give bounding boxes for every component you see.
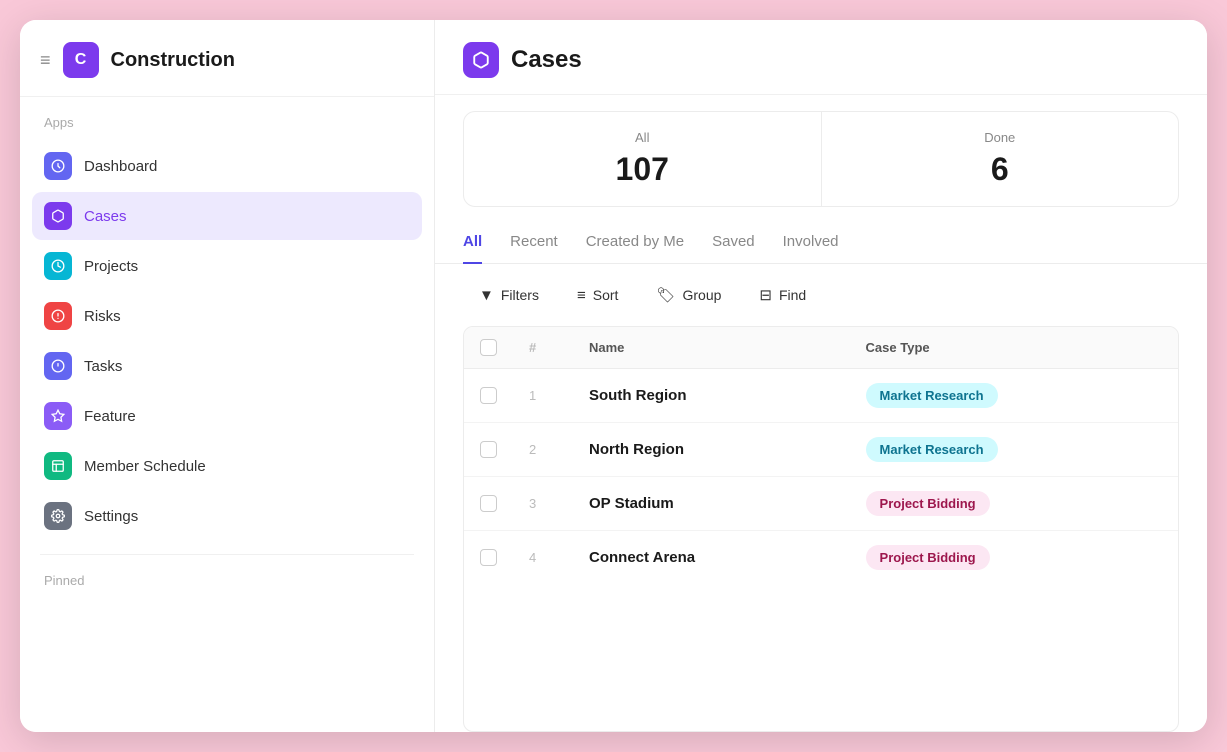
workspace-avatar: C	[63, 42, 99, 78]
select-all-checkbox[interactable]	[480, 339, 497, 356]
risks-icon	[44, 302, 72, 330]
cases-table: # Name Case Type 1 South Region Market R…	[463, 326, 1179, 732]
col-check	[464, 327, 513, 369]
find-button[interactable]: ⊟ Find	[743, 278, 822, 312]
sidebar-divider	[40, 554, 414, 555]
table-row: 3 OP Stadium Project Bidding	[464, 477, 1178, 531]
sidebar-item-settings[interactable]: Settings	[32, 492, 422, 540]
col-name: Name	[573, 327, 850, 369]
sidebar-item-label-feature: Feature	[84, 408, 136, 425]
stat-item-all[interactable]: All 107	[464, 112, 822, 206]
stat-item-done[interactable]: Done 6	[822, 112, 1179, 206]
member-schedule-icon	[44, 452, 72, 480]
sidebar-item-label-projects: Projects	[84, 258, 138, 275]
case-name-2: North Region	[589, 441, 684, 458]
row-checkbox-2[interactable]	[480, 441, 497, 458]
sidebar-item-label-cases: Cases	[84, 208, 127, 225]
app-window: ≡ C Construction Apps Dashboard Cases Proj…	[20, 20, 1207, 732]
tasks-icon	[44, 352, 72, 380]
apps-label: Apps	[20, 97, 434, 138]
col-case-type: Case Type	[850, 327, 1178, 369]
dashboard-icon	[44, 152, 72, 180]
cases-icon	[44, 202, 72, 230]
feature-icon	[44, 402, 72, 430]
sidebar-item-member-schedule[interactable]: Member Schedule	[32, 442, 422, 490]
sidebar-item-label-risks: Risks	[84, 308, 121, 325]
main-content: Cases All 107Done 6 AllRecentCreated by …	[435, 20, 1207, 732]
sidebar-item-feature[interactable]: Feature	[32, 392, 422, 440]
sidebar-item-label-settings: Settings	[84, 508, 138, 525]
tab-all[interactable]: All	[463, 223, 482, 264]
toolbar-row: ▼ Filters ≡ Sort 🏷 Group ⊟ Find	[435, 264, 1207, 326]
sidebar-item-label-dashboard: Dashboard	[84, 158, 157, 175]
sidebar-item-label-tasks: Tasks	[84, 358, 122, 375]
row-checkbox-4[interactable]	[480, 549, 497, 566]
main-header: Cases	[435, 20, 1207, 95]
row-checkbox-1[interactable]	[480, 387, 497, 404]
group-icon: 🏷	[656, 286, 675, 304]
sort-button[interactable]: ≡ Sort	[561, 279, 634, 312]
sidebar-nav: Dashboard Cases Projects Risks Tasks Feature M…	[20, 138, 434, 544]
tab-involved[interactable]: Involved	[783, 223, 839, 264]
page-title: Cases	[511, 46, 582, 74]
case-name-4: Connect Arena	[589, 549, 695, 566]
sidebar: ≡ C Construction Apps Dashboard Cases Proj…	[20, 20, 435, 732]
row-checkbox-3[interactable]	[480, 495, 497, 512]
projects-icon	[44, 252, 72, 280]
find-icon: ⊟	[759, 286, 772, 304]
stat-value: 6	[846, 151, 1155, 188]
case-type-badge-2: Market Research	[866, 437, 998, 462]
sidebar-item-tasks[interactable]: Tasks	[32, 342, 422, 390]
case-type-badge-4: Project Bidding	[866, 545, 990, 570]
sidebar-header: ≡ C Construction	[20, 20, 434, 97]
menu-icon[interactable]: ≡	[40, 50, 51, 71]
tabs-row: All Recent Created by Me Saved Involved	[435, 223, 1207, 264]
sort-icon: ≡	[577, 287, 586, 304]
sidebar-item-projects[interactable]: Projects	[32, 242, 422, 290]
tab-recent[interactable]: Recent	[510, 223, 558, 264]
sidebar-item-cases[interactable]: Cases	[32, 192, 422, 240]
case-name-1: South Region	[589, 387, 687, 404]
filters-button[interactable]: ▼ Filters	[463, 279, 555, 312]
stat-label: All	[488, 130, 797, 145]
case-type-badge-3: Project Bidding	[866, 491, 990, 516]
stat-label: Done	[846, 130, 1155, 145]
pinned-label: Pinned	[20, 565, 434, 594]
col-num: #	[513, 327, 573, 369]
case-name-3: OP Stadium	[589, 495, 674, 512]
cases-icon	[463, 42, 499, 78]
sidebar-item-dashboard[interactable]: Dashboard	[32, 142, 422, 190]
group-button[interactable]: 🏷 Group	[640, 278, 737, 312]
table-row: 1 South Region Market Research	[464, 369, 1178, 423]
workspace-name: Construction	[111, 49, 235, 72]
sidebar-item-risks[interactable]: Risks	[32, 292, 422, 340]
table-row: 2 North Region Market Research	[464, 423, 1178, 477]
stat-value: 107	[488, 151, 797, 188]
case-type-badge-1: Market Research	[866, 383, 998, 408]
filter-icon: ▼	[479, 287, 494, 304]
settings-icon	[44, 502, 72, 530]
tab-created-by-me[interactable]: Created by Me	[586, 223, 684, 264]
tab-saved[interactable]: Saved	[712, 223, 755, 264]
stats-bar: All 107Done 6	[463, 111, 1179, 207]
table-row: 4 Connect Arena Project Bidding	[464, 531, 1178, 585]
sidebar-item-label-member-schedule: Member Schedule	[84, 458, 206, 475]
